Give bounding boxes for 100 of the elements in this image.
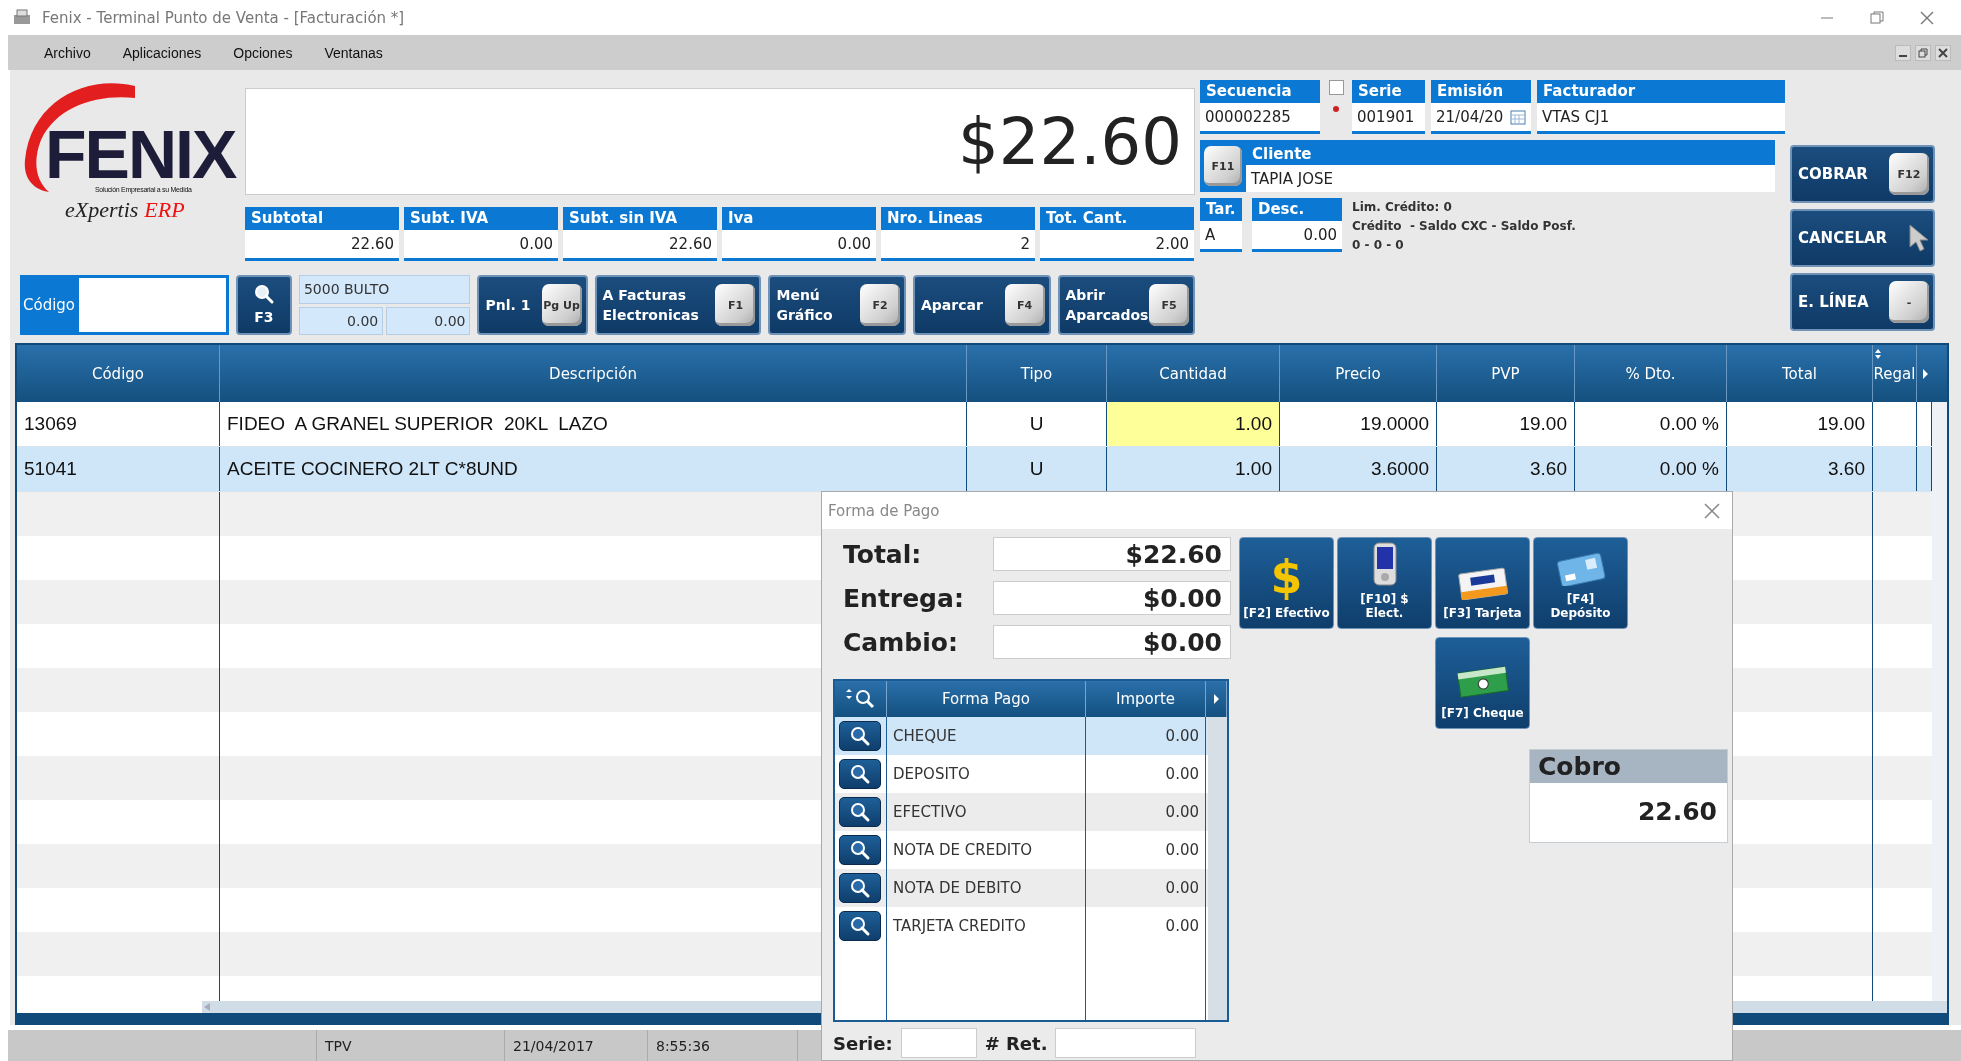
menu-item[interactable]: Aplicaciones [122,44,202,61]
cobro-label: Cobro [1530,750,1727,783]
product-value: 0.00 [386,306,471,335]
search-icon [252,283,275,305]
payment-method-button[interactable]: [F4] Depósito [1533,537,1628,629]
close-icon[interactable] [1935,44,1951,61]
text-field[interactable]: 001901 [1352,103,1425,131]
summary-label: Cambio: [843,627,959,657]
action-button[interactable]: COBRAR F12 [1790,145,1935,203]
checkbox[interactable] [1328,80,1344,95]
table-cell: FIDEO A GRANEL SUPERIOR 20KL LAZO [220,402,967,446]
close-icon[interactable] [1704,502,1720,519]
credit-info: Lim. Crédito: 0 [1352,200,1453,214]
column-header: Regal [1873,345,1917,402]
field-label: Secuencia [1205,81,1293,102]
keycap: F2 [860,284,900,326]
status-icon [1332,105,1340,113]
field-label: Tot. Cant. [1045,208,1129,229]
table-cell: 51041 [17,447,220,491]
vertical-scrollbar[interactable] [1932,402,1947,1001]
payment-method-button[interactable]: $ [F2] Efectivo [1239,537,1334,629]
serie-field[interactable] [900,1028,977,1058]
vertical-scrollbar[interactable] [1208,717,1227,1020]
action-button[interactable]: A Facturas Electronicas F1 [594,275,762,335]
field-label: Subtotal [250,208,325,229]
cobro-value: 22.60 [1636,796,1718,828]
search-icon [849,877,871,899]
dialog-title: Forma de Pago [828,501,940,520]
field-label: Subt. sin IVA [568,208,679,229]
restore-icon[interactable] [1869,9,1885,26]
field-label: # Ret. [984,1032,1048,1054]
search-icon[interactable] [845,688,876,710]
total-value: 22.60 [245,230,399,258]
column-header: Total [1727,345,1873,402]
field-label: Código [23,296,76,314]
keycap: F1 [715,284,756,326]
ret-field[interactable] [1055,1028,1197,1058]
product-value: 0.00 [298,306,384,335]
text-field[interactable]: 000002285 [1200,103,1320,131]
close-icon[interactable] [1919,9,1935,26]
action-button[interactable]: Aparcar F4 [913,275,1051,335]
keycap: F5 [1149,284,1189,326]
status-text: 21/04/2017 [505,1030,648,1061]
text-field[interactable]: VTAS CJ1 [1537,103,1785,131]
summary-label: Total: [843,539,923,569]
table-cell: NOTA DE DEBITO [887,869,1086,907]
dollar-icon: $ [1270,554,1303,600]
action-button[interactable]: Pnl. 1 Pg Up [477,275,588,335]
search-button[interactable] [839,721,881,751]
search-button[interactable] [839,873,881,903]
table-cell: 19.0000 [1280,402,1437,446]
menu-item[interactable]: Opciones [233,44,293,61]
payment-method-button[interactable]: [F7] Cheque [1435,637,1530,729]
menu-item[interactable]: Ventanas [324,44,383,61]
action-button[interactable]: Menú Gráfico F2 [768,275,906,335]
sort-icon[interactable] [1873,348,1882,359]
search-button[interactable] [839,797,881,827]
search-button[interactable] [839,835,881,865]
app-icon [12,8,32,27]
field-label: Emisión [1436,81,1505,102]
logo-wordmark: FENIX [45,122,236,186]
table-cell: 0.00 % [1575,402,1727,446]
restore-icon[interactable] [1915,44,1931,61]
text-field[interactable]: TAPIA JOSE [1246,165,1775,192]
search-button[interactable]: F3 [235,275,292,335]
field-label: Serie: [833,1032,893,1054]
scroll-right-icon[interactable] [1920,367,1929,380]
table-cell: 1.00 [1107,402,1280,446]
column-header: PVP [1437,345,1575,402]
search-button[interactable] [839,759,881,789]
payment-method-button[interactable]: [F10] $ Elect. [1337,537,1432,629]
search-icon [849,801,871,823]
summary-label: Entrega: [843,583,965,613]
product-name: 5000 BULTO [298,275,471,304]
column-header: Descripción [220,345,967,402]
menu-item[interactable]: Archivo [44,44,91,61]
code-field[interactable] [79,278,226,332]
scroll-right-icon[interactable] [1212,693,1220,705]
date-field[interactable]: 21/04/20 [1431,103,1531,131]
table-cell: 0.00 [1086,907,1206,945]
status-text: 8:55:36 [648,1030,798,1061]
action-button[interactable]: E. LÍNEA - [1790,273,1935,331]
table-cell: 19.00 [1437,402,1575,446]
text-field[interactable]: 0.00 [1252,221,1342,249]
action-button[interactable]: CANCELAR [1790,209,1935,267]
table-cell: EFECTIVO [887,793,1086,831]
column-header: Precio [1280,345,1437,402]
minimize-icon[interactable] [1895,44,1911,61]
summary-value: $0.00 [993,625,1231,659]
search-button[interactable] [839,911,881,941]
keycap: - [1889,281,1929,323]
keycap: F4 [1004,284,1045,326]
field-label: Tar. [1205,199,1237,220]
table-cell: 19.00 [1727,402,1873,446]
text-field[interactable]: A [1200,221,1242,249]
keycap: F12 [1889,153,1929,195]
payment-method-button[interactable]: [F3] Tarjeta [1435,537,1530,629]
field-label: Nro. Lineas [886,208,984,229]
logo-brand-suffix: ERP [144,197,185,223]
summary-value: $22.60 [993,537,1231,571]
